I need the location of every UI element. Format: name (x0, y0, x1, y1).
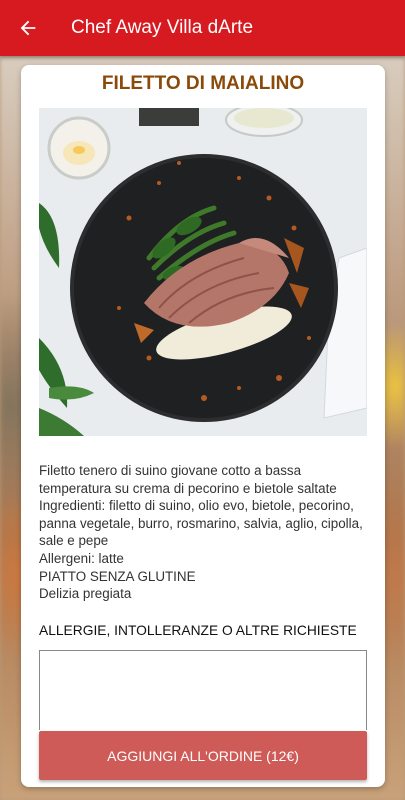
dish-description: Filetto tenero di suino giovane cotto a … (39, 462, 369, 603)
app-bar: Chef Away Villa dArte (0, 0, 405, 56)
dish-photo-graphic (39, 108, 367, 436)
dish-card: FILETTO DI MAIALINO Filetto tenero di su… (21, 65, 385, 787)
description-line: Delizia pregiata (39, 586, 132, 602)
app-title: Chef Away Villa dArte (71, 17, 254, 38)
arrow-left-icon (20, 20, 36, 36)
add-to-order-button[interactable]: AGGIUNGI ALL'ORDINE (12€) (39, 731, 367, 780)
dish-name: FILETTO DI MAIALINO (101, 73, 305, 94)
description-line: Ingredienti: filetto di suino, olio evo,… (39, 498, 363, 549)
description-line: PIATTO SENZA GLUTINE (39, 568, 196, 584)
allergy-notes-label: ALLERGIE, INTOLLERANZE O ALTRE RICHIESTE (39, 623, 357, 638)
description-line: Filetto tenero di suino giovane cotto a … (39, 463, 337, 496)
description-line: Allergeni: latte (39, 550, 124, 566)
back-button[interactable] (0, 0, 56, 56)
dish-photo (39, 108, 367, 436)
allergy-notes-field[interactable] (39, 650, 367, 730)
